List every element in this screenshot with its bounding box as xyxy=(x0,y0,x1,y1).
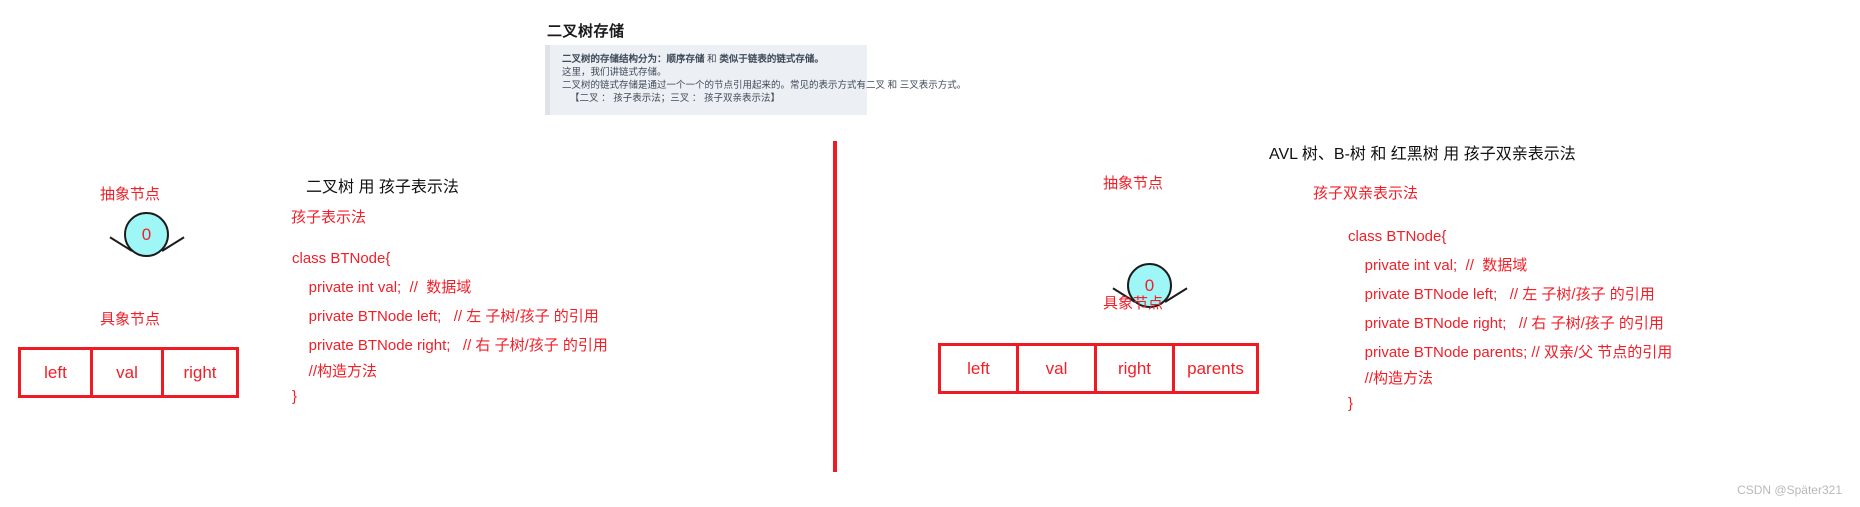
left-node-value: 0 xyxy=(141,225,152,244)
right-concrete-node-label-wrap: 具象节点 xyxy=(1103,292,1163,313)
right-abstract-node-label-wrap: 抽象节点 xyxy=(1103,172,1163,193)
right-abstract-node-label: 抽象节点 xyxy=(1103,175,1164,192)
right-node-struct-table: left val right parents xyxy=(938,343,1259,394)
code-line: private BTNode parents; // 双亲/父 节点的引用 xyxy=(1348,344,1673,361)
code-line: //构造方法 xyxy=(1348,370,1434,387)
left-node-struct-table: left val right xyxy=(18,347,239,398)
code-line: private int val; // 数据域 xyxy=(1348,257,1528,274)
code-line: class BTNode{ xyxy=(1348,228,1447,245)
note-line-1-part-b: 顺序存储 xyxy=(666,54,705,65)
code-line: class BTNode{ xyxy=(292,250,391,267)
left-concrete-node-label: 具象节点 xyxy=(100,311,161,328)
left-code-block: class BTNode{ private int val; // 数据域 pr… xyxy=(292,244,608,410)
code-line: private BTNode left; // 左 子树/孩子 的引用 xyxy=(292,308,599,325)
left-code-subtitle: 孩子表示法 xyxy=(291,209,367,226)
note-line-3: 二叉树的链式存储是通过一个一个的节点引用起来的。常见的表示方式有二叉 和 三叉表… xyxy=(562,80,967,91)
code-line: //构造方法 xyxy=(292,363,378,380)
left-abstract-node-label: 抽象节点 xyxy=(100,186,161,203)
right-code-block: class BTNode{ private int val; // 数据域 pr… xyxy=(1348,222,1672,417)
note-line-1-part-d: 类似于链表的链式存储。 xyxy=(719,54,824,65)
note-line-1-part-c: 和 xyxy=(704,54,720,65)
code-line: } xyxy=(1348,395,1354,412)
code-line: private int val; // 数据域 xyxy=(292,279,472,296)
code-line: } xyxy=(292,388,298,405)
csdn-watermark: CSDN @Später321 xyxy=(1737,483,1842,497)
right-code-subtitle: 孩子双亲表示法 xyxy=(1313,185,1419,202)
table-cell: val xyxy=(1019,346,1097,391)
vertical-divider xyxy=(833,141,837,472)
right-concrete-node-label: 具象节点 xyxy=(1103,295,1164,312)
table-cell: right xyxy=(1097,346,1175,391)
table-cell: left xyxy=(941,346,1019,391)
note-line-4: 【二叉 ： 孩子表示法；三叉 ： 孩子双亲表示法】 xyxy=(570,93,781,104)
right-code-title: AVL 树、B-树 和 红黑树 用 孩子双亲表示法 xyxy=(1269,146,1576,163)
left-node-circle: 0 xyxy=(124,212,169,257)
left-abstract-node-label-wrap: 抽象节点 xyxy=(100,183,160,204)
code-line: private BTNode left; // 左 子树/孩子 的引用 xyxy=(1348,286,1655,303)
code-line: private BTNode right; // 右 子树/孩子 的引用 xyxy=(1348,315,1664,332)
table-cell: left xyxy=(21,350,93,395)
page-title: 二叉树存储 xyxy=(547,23,625,40)
left-concrete-node-label-wrap: 具象节点 xyxy=(100,308,160,329)
code-line: private BTNode right; // 右 子树/孩子 的引用 xyxy=(292,337,608,354)
note-line-2: 这里，我们讲链式存储。 xyxy=(562,67,667,78)
table-cell: right xyxy=(183,362,217,382)
table-cell: val xyxy=(93,350,164,395)
table-cell: parents xyxy=(1187,358,1244,378)
left-code-title: 二叉树 用 孩子表示法 xyxy=(306,179,459,196)
note-line-1-part-a: 二叉树的存储结构分为： xyxy=(562,54,667,65)
note-callout-box: 二叉树的存储结构分为：顺序存储 和 类似于链表的链式存储。 这里，我们讲链式存储… xyxy=(545,45,967,115)
note-line-1: 二叉树的存储结构分为：顺序存储 和 类似于链表的链式存储。 xyxy=(562,53,861,66)
left-node-circle-group: 0 xyxy=(109,212,185,274)
